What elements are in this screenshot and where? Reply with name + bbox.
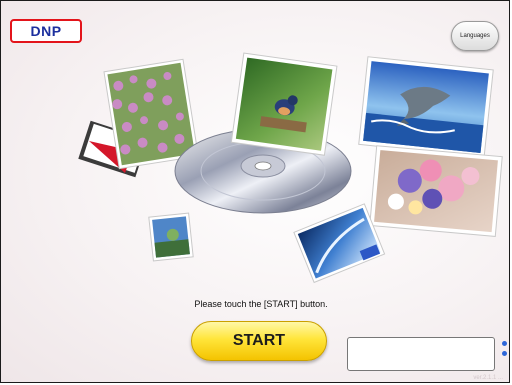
scroll-dot-up (502, 341, 507, 346)
bird-photo (230, 52, 338, 156)
dolphin-photo (358, 56, 494, 158)
start-prompt-text: Please touch the [START] button. (194, 299, 328, 309)
scroll-dot-down (502, 351, 507, 356)
start-button-label: START (232, 332, 286, 349)
photo-cd-collage (78, 52, 503, 284)
flower-photo (369, 145, 503, 237)
start-button[interactable]: START (191, 321, 327, 361)
scroll-dots-icon[interactable] (501, 338, 509, 364)
info-entry-box[interactable] (347, 337, 495, 371)
kiosk-screen: DNP Languages Please touch the [START] b… (0, 0, 510, 383)
version-text: ver.2.1.1 ... (473, 375, 503, 381)
small-landscape-photo (148, 212, 194, 262)
